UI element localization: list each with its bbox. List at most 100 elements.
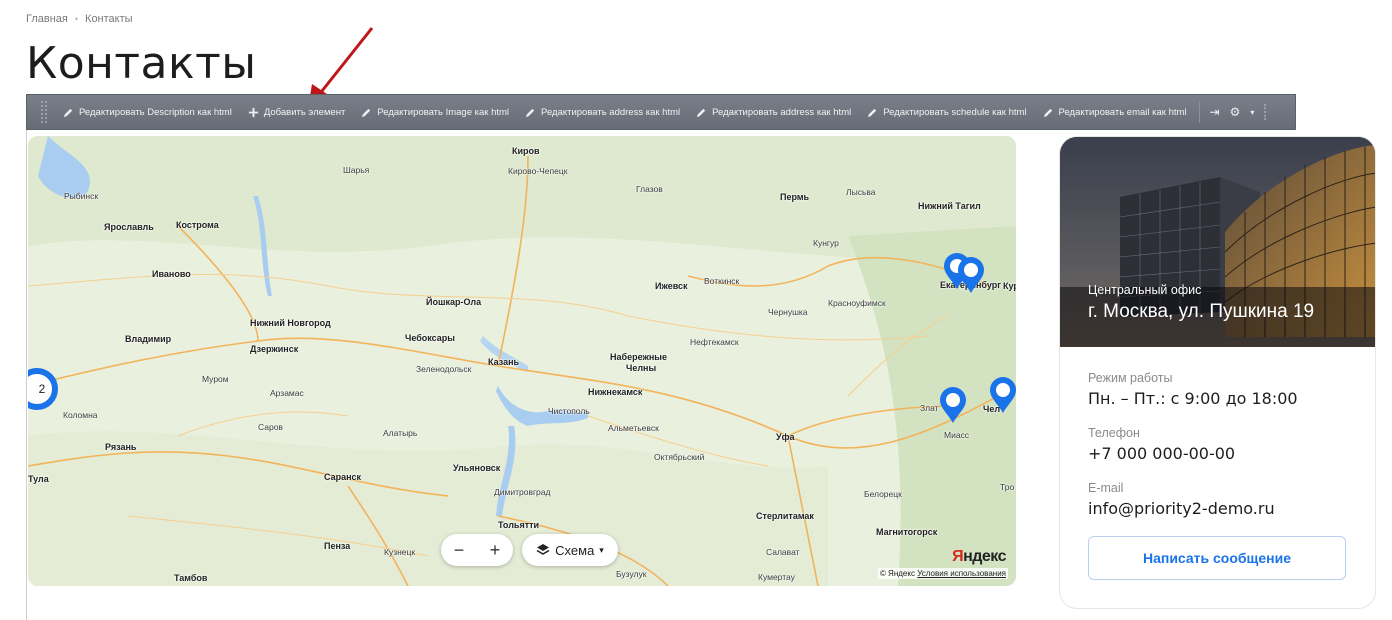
pin-toolbar-icon[interactable]: ⇥ <box>1210 105 1220 119</box>
content-border <box>26 130 27 620</box>
map-city-label: Октябрьский <box>654 452 705 462</box>
edit-description-button[interactable]: Редактировать Description как html <box>55 95 240 129</box>
map-city-label: Казань <box>488 357 520 367</box>
map-city-label: Кург <box>1003 281 1016 291</box>
map-city-label: Миасс <box>944 430 970 440</box>
plus-icon <box>248 107 258 117</box>
write-message-button[interactable]: Написать сообщение <box>1088 536 1346 580</box>
pencil-icon <box>362 108 371 117</box>
map-city-label: Алатырь <box>383 428 418 438</box>
breadcrumb-home-link[interactable]: Главная <box>26 13 68 25</box>
chevron-down-icon[interactable]: ▾ <box>1250 108 1254 117</box>
map-city-label: Чебоксары <box>405 333 455 343</box>
map-copyright: © Яндекс Условия использования <box>877 568 1008 579</box>
office-photo: Центральный офис г. Москва, ул. Пушкина … <box>1060 137 1375 347</box>
edit-email-button[interactable]: Редактировать email как html <box>1035 95 1195 129</box>
map-city-label: Тамбов <box>174 573 208 583</box>
map-city-label: Ярославль <box>104 222 154 232</box>
map-city-label: Дзержинск <box>250 344 299 354</box>
map-city-label: Иваново <box>152 269 191 279</box>
map-city-label: Рязань <box>105 442 137 452</box>
map-city-label: Шарья <box>343 165 370 175</box>
map-city-label: Тольятти <box>498 520 540 530</box>
map-city-label: Тула <box>28 474 49 484</box>
map-city-label: Ульяновск <box>453 463 501 473</box>
edit-toolbar: Редактировать Description как html Добав… <box>26 94 1296 130</box>
breadcrumb-current: Контакты <box>85 13 133 25</box>
breadcrumb: Главная • Контакты <box>26 13 133 25</box>
map-city-label: Челны <box>626 363 657 373</box>
map-city-label: Димитровград <box>494 487 551 497</box>
map-city-label: Бузулук <box>616 569 647 579</box>
yandex-logo: Яндекс <box>952 548 1006 565</box>
map-city-label: Кузнецк <box>384 547 416 557</box>
page-title: Контакты <box>26 38 257 89</box>
map-city-label: Стерлитамак <box>756 511 814 521</box>
toolbar-controls: ⇥ ⚙ ▾ <box>1210 104 1269 120</box>
layers-icon <box>536 544 550 555</box>
map-city-label: Лысьва <box>846 187 876 197</box>
map-city-label: Глазов <box>636 184 663 194</box>
map-city-label: Кирово-Чепецк <box>508 166 568 176</box>
pencil-icon <box>525 108 535 117</box>
zoom-out-button[interactable]: − <box>454 540 465 561</box>
office-marker-icon[interactable] <box>956 256 986 294</box>
map-terrain <box>28 136 1016 586</box>
pencil-icon <box>1043 108 1052 117</box>
office-type-label: Центральный офис <box>1088 283 1202 297</box>
pencil-icon <box>63 108 73 117</box>
schedule-label: Режим работы <box>1088 371 1173 385</box>
map-city-label: Йошкар-Ола <box>426 297 482 307</box>
edit-image-button[interactable]: Редактировать Image как html <box>353 95 517 129</box>
yandex-map[interactable]: Киров Кирово-Чепецк Рыбинск Шарья Глазов… <box>28 136 1016 586</box>
add-element-button[interactable]: Добавить элемент <box>240 95 354 129</box>
office-address: г. Москва, ул. Пушкина 19 <box>1088 301 1315 322</box>
map-city-label: Владимир <box>125 334 172 344</box>
office-marker-icon[interactable] <box>938 386 968 424</box>
breadcrumb-separator: • <box>74 14 79 24</box>
map-city-label: Саров <box>258 422 283 432</box>
map-city-label: Чистополь <box>548 406 590 416</box>
email-value[interactable]: info@priority2-demo.ru <box>1088 499 1347 518</box>
map-city-label: Нижнекамск <box>588 387 643 397</box>
map-city-label: Альметьевск <box>608 423 659 433</box>
map-city-label: Зеленодольск <box>416 364 472 374</box>
map-city-label: Злат <box>920 403 939 413</box>
map-city-label: Кумертау <box>758 572 795 582</box>
pencil-icon <box>697 108 706 117</box>
map-city-label: Чернушка <box>768 307 808 317</box>
map-city-label: Коломна <box>63 410 98 420</box>
map-city-label: Саранск <box>324 472 362 482</box>
office-details: Режим работы Пн. – Пт.: с 9:00 до 18:00 … <box>1060 347 1375 604</box>
toolbar-divider <box>1198 101 1200 123</box>
phone-value[interactable]: +7 000 000-00-00 <box>1088 444 1347 463</box>
toolbar-end-handle[interactable] <box>1264 104 1268 120</box>
zoom-control: − + <box>441 534 513 566</box>
edit-address-2-button[interactable]: Редактировать address как html <box>688 95 859 129</box>
gear-icon[interactable]: ⚙ <box>1230 105 1241 119</box>
map-layer-button[interactable]: Схема ▾ <box>522 534 618 566</box>
email-label: E-mail <box>1088 481 1124 495</box>
phone-label: Телефон <box>1088 426 1140 440</box>
toolbar-drag-handle[interactable] <box>41 101 47 123</box>
map-city-label: Белорецк <box>864 489 902 499</box>
schedule-value: Пн. – Пт.: с 9:00 до 18:00 <box>1088 389 1298 408</box>
map-city-label: Кострома <box>176 220 219 230</box>
edit-address-button[interactable]: Редактировать address как html <box>517 95 688 129</box>
map-city-label: Красноуфимск <box>828 298 886 308</box>
map-city-label: Ижевск <box>655 281 688 291</box>
map-city-label: Пермь <box>780 192 810 202</box>
office-card: Центральный офис г. Москва, ул. Пушкина … <box>1059 136 1376 609</box>
office-marker-icon[interactable] <box>988 376 1016 414</box>
terms-link[interactable]: Условия использования <box>917 569 1006 578</box>
map-city-label: Нижний Тагил <box>918 201 981 211</box>
map-city-label: Киров <box>512 146 540 156</box>
map-city-label: Салават <box>766 547 800 557</box>
map-city-label: Набережные <box>610 352 667 362</box>
map-city-label: Муром <box>202 374 229 384</box>
edit-schedule-button[interactable]: Редактировать schedule как html <box>859 95 1034 129</box>
chevron-down-icon: ▾ <box>599 544 604 555</box>
zoom-in-button[interactable]: + <box>490 540 501 561</box>
map-city-label: Уфа <box>776 432 795 442</box>
map-city-label: Пенза <box>324 541 351 551</box>
